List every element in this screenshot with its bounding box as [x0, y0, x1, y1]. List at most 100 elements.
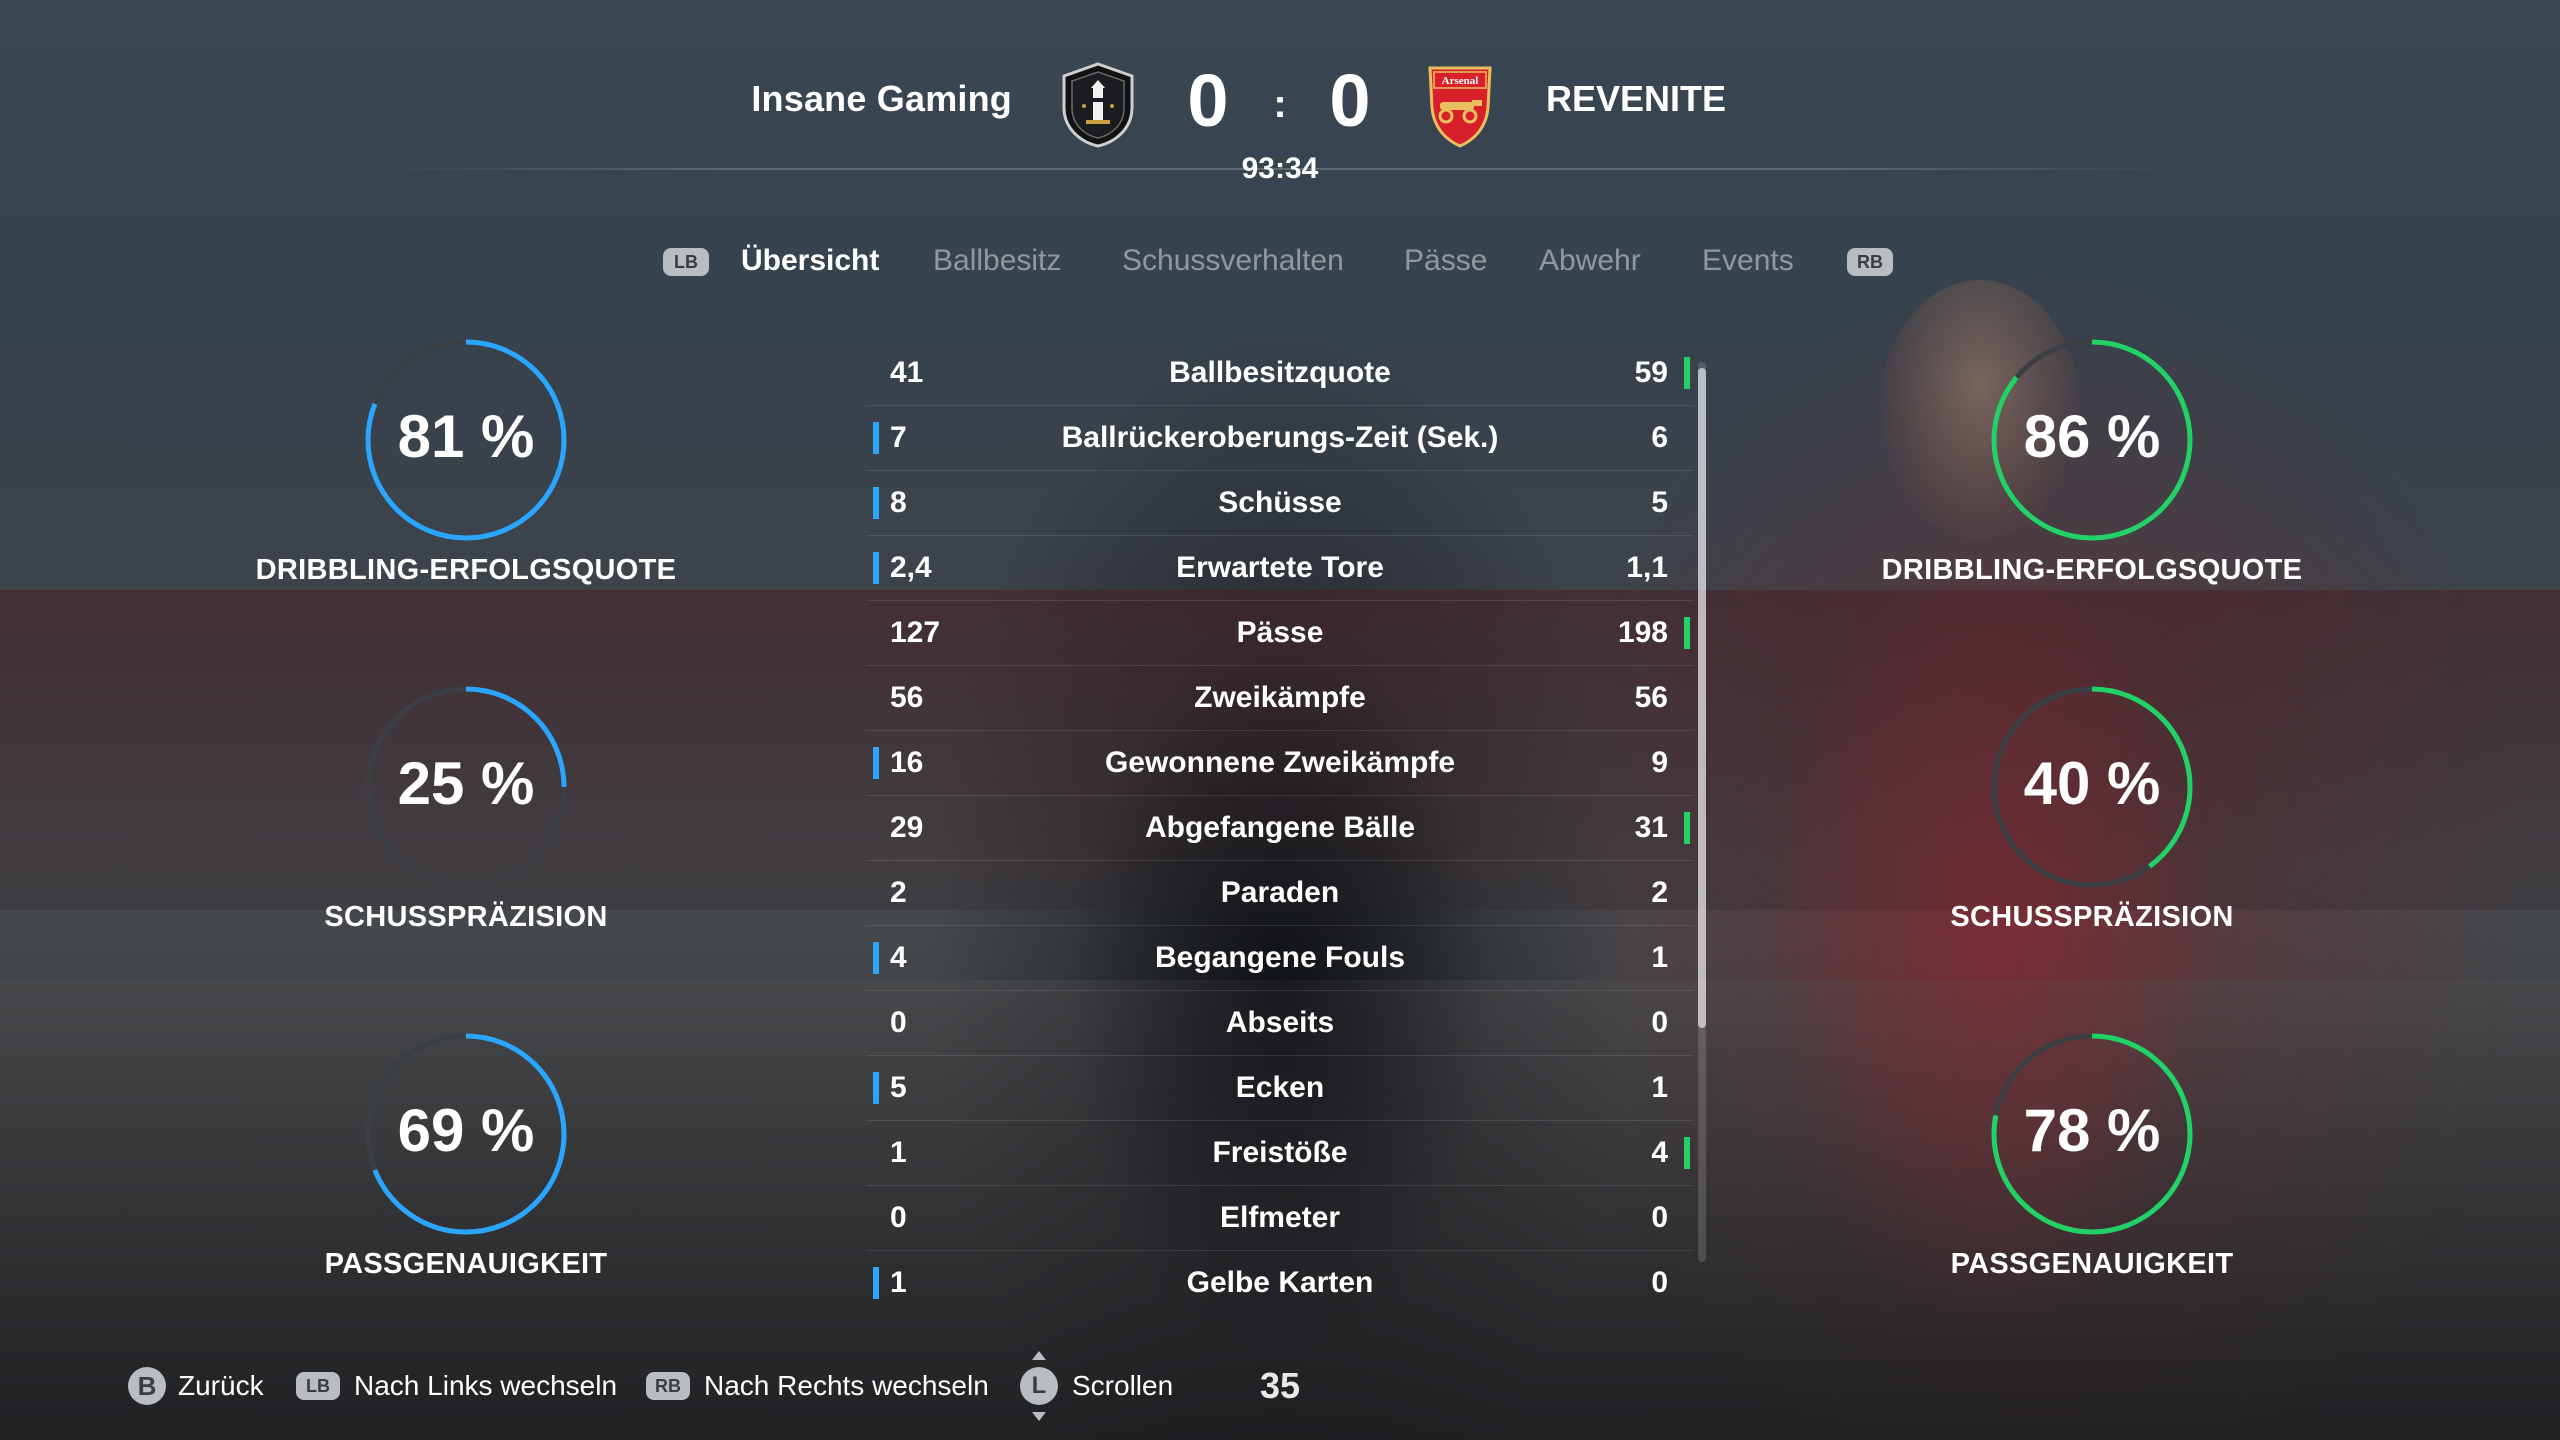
ring-value: 86 %	[2023, 403, 2161, 470]
away-stat-value: 2	[1651, 876, 1668, 909]
ring-label: SCHUSSPRÄZISION	[324, 901, 608, 933]
away-stat-value: 5	[1651, 486, 1668, 519]
stick-down-arrow-icon	[1032, 1412, 1046, 1421]
stat-row: 5 Ecken 1	[866, 1055, 1694, 1121]
home-ring-dribbling: 81 % DRIBBLING-ERFOLGSQUOTE	[246, 332, 686, 662]
stat-row: 1 Gelbe Karten 0	[866, 1250, 1694, 1315]
stat-row: 0 Elfmeter 0	[866, 1185, 1694, 1251]
away-stat-value: 31	[1634, 811, 1668, 844]
ring-label: SCHUSSPRÄZISION	[1950, 901, 2234, 933]
scroll-hint-label: Scrollen	[1072, 1370, 1174, 1401]
away-stat-value: 4	[1651, 1136, 1668, 1169]
switch-left-hint[interactable]: LB Nach Links wechseln	[296, 1366, 617, 1406]
away-leader-bar	[1684, 357, 1690, 389]
away-leader-bar	[1684, 812, 1690, 844]
away-stat-value: 59	[1634, 356, 1668, 389]
stat-row: 0 Abseits 0	[866, 990, 1694, 1056]
stat-label: Schüsse	[1218, 486, 1342, 519]
back-hint[interactable]: B Zurück	[128, 1366, 264, 1406]
scroll-hint[interactable]: L Scrollen	[1020, 1351, 1174, 1421]
switch-left-hint-label: Nach Links wechseln	[354, 1370, 618, 1401]
stat-row: 127 Pässe 198	[866, 600, 1694, 666]
stat-label: Elfmeter	[1219, 1201, 1341, 1234]
away-stat-value: 198	[1617, 616, 1668, 649]
home-team-name: Insane Gaming	[751, 78, 1012, 119]
home-ring-shot-accuracy: 25 % SCHUSSPRÄZISION	[246, 679, 686, 1009]
away-leader-bar	[1684, 617, 1690, 649]
tab-events[interactable]: Events	[1702, 244, 1794, 278]
ring-value: 78 %	[2023, 1097, 2161, 1164]
stat-row: 7 Ballrückeroberungs-Zeit (Sek.) 6	[866, 405, 1694, 471]
ring-label: PASSGENAUIGKEIT	[324, 1248, 608, 1280]
stat-label: Begangene Fouls	[1154, 941, 1406, 974]
stat-row: 1 Freistöße 4	[866, 1120, 1694, 1186]
stat-label: Gelbe Karten	[1186, 1266, 1374, 1299]
away-stat-value: 6	[1651, 421, 1668, 454]
back-hint-label: Zurück	[178, 1370, 264, 1401]
stat-label: Abgefangene Bälle	[1144, 811, 1416, 844]
lb-button-icon: LB	[296, 1372, 340, 1400]
away-stat-value: 9	[1651, 746, 1668, 779]
left-stick-letter: L	[1031, 1372, 1047, 1399]
scoreboard-header: Insane Gaming 0 : 0 Arsenal REVENITE 93:…	[0, 0, 2560, 200]
left-stick-icon: L	[1020, 1351, 1058, 1421]
stat-row: 2 Paraden 2	[866, 860, 1694, 926]
stat-label: Ballrückeroberungs-Zeit (Sek.)	[1061, 421, 1499, 454]
stat-row: 56 Zweikämpfe 56	[866, 665, 1694, 731]
stats-scrollbar[interactable]	[1698, 362, 1706, 1262]
controller-hints-footer: B Zurück LB Nach Links wechseln RB Nach …	[0, 1351, 2560, 1421]
away-stat-value: 1,1	[1626, 551, 1668, 584]
switch-right-hint-label: Nach Rechts wechseln	[704, 1370, 989, 1401]
home-ring-pass-accuracy: 69 % PASSGENAUIGKEIT	[246, 1026, 686, 1356]
stats-tab-bar: LB Übersicht Ballbesitz Schussverhalten …	[0, 244, 2560, 284]
rb-button-icon: RB	[646, 1372, 690, 1400]
stat-label: Ballbesitzquote	[1169, 356, 1391, 389]
stat-label: Pässe	[1236, 616, 1324, 649]
ring-value: 81 %	[397, 403, 535, 470]
stat-label: Paraden	[1220, 876, 1340, 909]
away-score: 0	[1329, 59, 1371, 142]
stat-label: Abseits	[1225, 1006, 1335, 1039]
tab-ballbesitz[interactable]: Ballbesitz	[933, 244, 1061, 278]
lb-bumper-icon[interactable]: LB	[663, 248, 709, 276]
rb-bumper-icon[interactable]: RB	[1847, 248, 1893, 276]
stat-row: 2,4 Erwartete Tore 1,1	[866, 535, 1694, 601]
ring-value: 69 %	[397, 1097, 535, 1164]
stats-scrollbar-thumb[interactable]	[1698, 368, 1706, 1028]
away-stat-value: 1	[1651, 1071, 1668, 1104]
stat-row: 29 Abgefangene Bälle 31	[866, 795, 1694, 861]
away-ring-shot-accuracy: 40 % SCHUSSPRÄZISION	[1872, 679, 2312, 1009]
away-stat-value: 56	[1634, 681, 1668, 714]
ring-label: DRIBBLING-ERFOLGSQUOTE	[1881, 554, 2303, 586]
tab-paesse[interactable]: Pässe	[1404, 244, 1487, 278]
stick-up-arrow-icon	[1032, 1351, 1046, 1360]
score-separator: :	[1273, 82, 1287, 126]
ring-label: PASSGENAUIGKEIT	[1950, 1248, 2234, 1280]
stat-label: Erwartete Tore	[1176, 551, 1384, 584]
tab-schussverhalten[interactable]: Schussverhalten	[1122, 244, 1344, 278]
away-crest-wordmark: Arsenal	[1442, 75, 1479, 87]
stat-label: Freistöße	[1212, 1136, 1348, 1169]
b-button-icon: B	[128, 1367, 166, 1405]
switch-right-hint[interactable]: RB Nach Rechts wechseln	[646, 1366, 989, 1406]
away-stat-value: 1	[1651, 941, 1668, 974]
tab-abwehr[interactable]: Abwehr	[1539, 244, 1641, 278]
home-score: 0	[1187, 59, 1229, 142]
tab-uebersicht[interactable]: Übersicht	[741, 244, 879, 278]
cannon-shield-crest-icon: Arsenal	[1428, 66, 1492, 148]
stat-row: 16 Gewonnene Zweikämpfe 9	[866, 730, 1694, 796]
lighthouse-crest-icon	[1062, 62, 1134, 148]
away-ring-dribbling: 86 % DRIBBLING-ERFOLGSQUOTE	[1872, 332, 2312, 662]
stat-label: Gewonnene Zweikämpfe	[1104, 746, 1456, 779]
ring-label: DRIBBLING-ERFOLGSQUOTE	[255, 554, 677, 586]
stat-label: Zweikämpfe	[1194, 681, 1366, 714]
away-leader-bar	[1684, 1137, 1690, 1169]
stat-row: 4 Begangene Fouls 1	[866, 925, 1694, 991]
header-divider	[380, 168, 2180, 170]
stat-label: Ecken	[1235, 1071, 1325, 1104]
away-ring-pass-accuracy: 78 % PASSGENAUIGKEIT	[1872, 1026, 2312, 1356]
away-stat-value: 0	[1651, 1266, 1668, 1299]
away-stat-value: 0	[1651, 1006, 1668, 1039]
away-team-name: REVENITE	[1546, 78, 1727, 119]
ring-value: 40 %	[2023, 750, 2161, 817]
